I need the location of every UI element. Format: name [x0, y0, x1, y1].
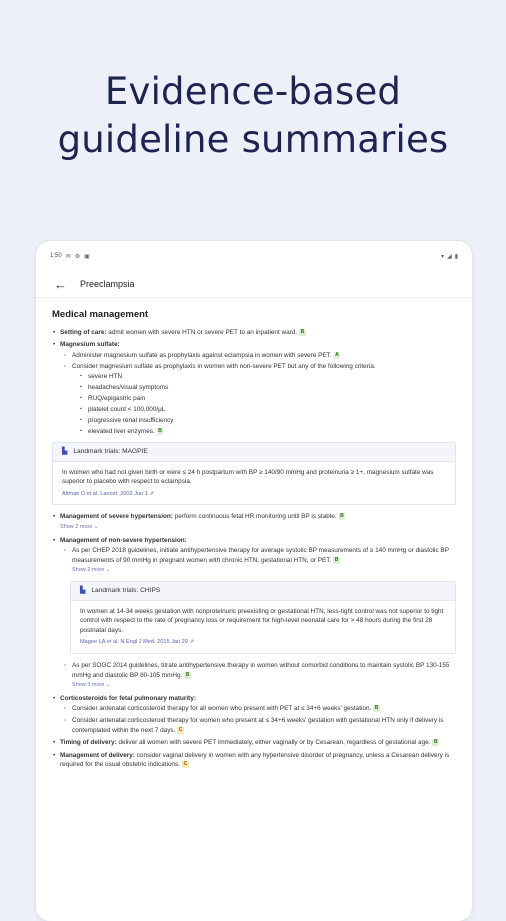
landmark-trial-magpie[interactable]: ▙ Landmark trials: MAGPIE In women who ha… — [52, 442, 456, 506]
criteria-item: elevated liver enzymes.B — [72, 427, 456, 437]
list-item-severe-hypertension: Management of severe hypertension: perfo… — [52, 512, 456, 532]
sub-item-text: Consider antenatal corticosteroid therap… — [72, 716, 444, 734]
show-more-link[interactable]: Show 3 more ⌄ — [72, 681, 456, 691]
sub-item-text: Consider antenatal corticosteroid therap… — [72, 705, 372, 713]
item-label: Management of non-severe hypertension: — [60, 536, 187, 544]
list-item-management-of-delivery: Management of delivery: consider vaginal… — [52, 751, 456, 770]
trial-summary: In women at 14-34 weeks gestation with n… — [80, 607, 444, 634]
item-text: perform continuous fetal HR monitoring u… — [172, 513, 337, 521]
promo-headline: Evidence-based guideline summaries — [0, 68, 506, 164]
sub-item-text: Administer magnesium sulfate as prophyla… — [72, 351, 332, 359]
battery-icon: ▮ — [454, 253, 458, 260]
sub-item-text: As per SOGC 2014 guidelines, titrate ant… — [72, 661, 450, 679]
evidence-badge[interactable]: B — [373, 705, 380, 713]
image-icon: ▣ — [84, 253, 90, 260]
item-label: Corticosteroids for fetal pulmonary matu… — [60, 694, 196, 702]
settings-icon: ⚙ — [74, 253, 81, 260]
list-item-timing-of-delivery: Timing of delivery: deliver all women wi… — [52, 738, 456, 748]
phone-screen: 1:50 ✉ ⚙ ▣ ▾ ◢ ▮ ← Preeclampsia Medical … — [36, 241, 472, 921]
guideline-content: Medical management Setting of care: admi… — [36, 298, 472, 770]
book-icon: ▙ — [62, 448, 68, 456]
trial-citation-link[interactable]: Altman D et al. Lancet. 2002 Jun 1 ⇗ — [62, 490, 446, 500]
evidence-badge[interactable]: C — [182, 761, 189, 769]
criteria-item: RUQ/epigastric pain — [72, 394, 456, 404]
item-text: admit women with severe HTN or severe PE… — [106, 328, 298, 336]
evidence-badge[interactable]: B — [184, 671, 191, 679]
item-label: Management of delivery: — [60, 751, 135, 759]
page-title: Preeclampsia — [80, 279, 135, 289]
criteria-item: platelet count < 100,000/µL — [72, 405, 456, 415]
sub-item: Consider magnesium sulfate as prophylaxi… — [60, 362, 456, 437]
headline-line-2: guideline summaries — [57, 118, 449, 161]
trial-summary: In women who had not given birth or were… — [62, 468, 434, 486]
status-bar: 1:50 ✉ ⚙ ▣ ▾ ◢ ▮ — [36, 241, 472, 271]
book-icon: ▙ — [80, 586, 86, 594]
item-label: Magnesium sulfate: — [60, 341, 120, 349]
evidence-badge[interactable]: B — [299, 328, 306, 336]
criteria-item: progressive renal insufficiency — [72, 416, 456, 426]
trial-citation-link[interactable]: Magee LA et al. N Engl J Med. 2015 Jan 2… — [80, 638, 446, 648]
status-time: 1:50 — [50, 253, 62, 259]
criteria-item: headaches/visual symptoms — [72, 383, 456, 393]
sub-item-text: As per CHEP 2018 guidelines, initiate an… — [72, 547, 449, 564]
signal-icon: ◢ — [447, 253, 452, 260]
evidence-badge[interactable]: B — [333, 556, 340, 564]
show-more-link[interactable]: Show 2 more ⌄ — [72, 566, 456, 576]
item-label: Setting of care: — [60, 328, 107, 336]
sub-item: Administer magnesium sulfate as prophyla… — [60, 351, 456, 361]
sub-item: As per SOGC 2014 guidelines, titrate ant… — [60, 661, 456, 691]
item-label: Timing of delivery: — [60, 739, 117, 747]
landmark-trial-chips[interactable]: ▙ Landmark trials: CHIPS In women at 14-3… — [70, 580, 456, 654]
sub-item: As per CHEP 2018 guidelines, initiate an… — [60, 546, 456, 576]
mail-icon: ✉ — [65, 253, 71, 260]
trial-title: Landmark trials: MAGPIE — [73, 448, 148, 456]
list-item-corticosteroids: Corticosteroids for fetal pulmonary matu… — [52, 694, 456, 735]
section-title: Medical management — [52, 309, 149, 320]
show-more-link[interactable]: Show 2 more ⌄ — [60, 523, 456, 533]
criteria-item: severe HTN — [72, 372, 456, 382]
sub-item: Consider antenatal corticosteroid therap… — [60, 704, 456, 714]
trial-title: Landmark trials: CHIPS — [91, 586, 161, 594]
headline-line-1: Evidence-based — [104, 70, 402, 113]
wifi-icon: ▾ — [441, 253, 445, 260]
evidence-badge[interactable]: B — [156, 428, 164, 436]
back-arrow-icon[interactable]: ← — [54, 277, 80, 292]
list-item-non-severe-hypertension: Management of non-severe hypertension: A… — [52, 536, 456, 691]
list-item-setting-of-care: Setting of care: admit women with severe… — [52, 328, 456, 338]
sub-item: Consider antenatal corticosteroid therap… — [60, 716, 456, 735]
criteria-text: elevated liver enzymes. — [88, 428, 155, 436]
evidence-badge[interactable]: B — [338, 513, 346, 521]
list-item-magnesium-sulfate: Magnesium sulfate: Administer magnesium … — [52, 340, 456, 437]
item-label: Management of severe hypertension: — [60, 513, 173, 521]
evidence-badge[interactable]: A — [333, 351, 341, 359]
item-text: deliver all women with severe PET immedi… — [116, 739, 431, 747]
sub-item-text: Consider magnesium sulfate as prophylaxi… — [72, 363, 376, 371]
evidence-badge[interactable]: B — [432, 739, 440, 747]
app-bar: ← Preeclampsia — [36, 271, 472, 298]
evidence-badge[interactable]: C — [177, 726, 185, 734]
